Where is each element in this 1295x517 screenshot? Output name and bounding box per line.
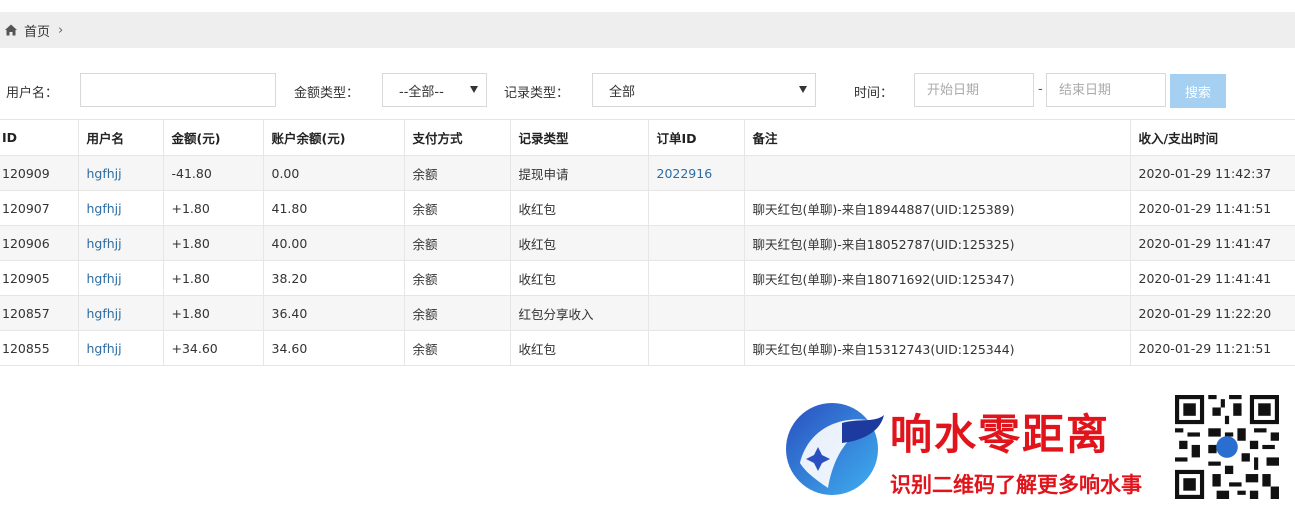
cell-amount: +1.80: [163, 260, 264, 296]
record-type-value: 全部: [609, 84, 636, 100]
watermark-title: 响水零距离: [890, 410, 1111, 459]
qr-code-icon: [1175, 395, 1279, 499]
cell-record-type: 提现申请: [510, 155, 649, 191]
column-header-id: ID: [0, 119, 79, 156]
username-link[interactable]: hgfhjj: [78, 190, 164, 226]
username-link[interactable]: hgfhjj: [78, 260, 164, 296]
cell-payment-method: 余额: [404, 225, 511, 261]
username-input[interactable]: [80, 73, 276, 107]
username-link[interactable]: hgfhjj: [78, 155, 164, 191]
breadcrumb: 首页 ›: [0, 12, 1295, 48]
cell-payment-method: 余额: [404, 260, 511, 296]
table-row: 120857 hgfhjj +1.80 36.40 余额 红包分享收入 2020…: [0, 295, 1295, 331]
cell-amount: +1.80: [163, 190, 264, 226]
records-table: ID 用户名 金额(元) 账户余额(元) 支付方式 记录类型 订单ID 备注 收…: [0, 119, 1295, 366]
table-row: 120906 hgfhjj +1.80 40.00 余额 收红包 聊天红包(单聊…: [0, 225, 1295, 261]
username-link[interactable]: hgfhjj: [78, 330, 164, 366]
username-link[interactable]: hgfhjj: [78, 225, 164, 261]
home-icon[interactable]: [4, 23, 18, 37]
start-date-input[interactable]: [914, 73, 1034, 107]
column-header-amount: 金额(元): [163, 119, 264, 156]
record-type-select[interactable]: 全部: [592, 73, 816, 107]
column-header-balance: 账户余额(元): [263, 119, 405, 156]
breadcrumb-home-link[interactable]: 首页: [24, 21, 50, 40]
cell-record-type: 收红包: [510, 260, 649, 296]
cell-time: 2020-01-29 11:41:47: [1130, 225, 1295, 261]
column-header-payment-method: 支付方式: [404, 119, 511, 156]
cell-balance: 36.40: [263, 295, 405, 331]
cell-time: 2020-01-29 11:41:41: [1130, 260, 1295, 296]
cell-id: 120857: [0, 295, 79, 331]
watermark-subtitle: 识别二维码了解更多响水事: [890, 472, 1142, 497]
table-row: 120905 hgfhjj +1.80 38.20 余额 收红包 聊天红包(单聊…: [0, 260, 1295, 296]
amount-type-select[interactable]: --全部--: [382, 73, 487, 107]
brand-logo-icon: [786, 403, 884, 495]
amount-type-label: 金额类型：: [294, 86, 360, 101]
column-header-record-type: 记录类型: [510, 119, 649, 156]
cell-record-type: 红包分享收入: [510, 295, 649, 331]
cell-remark: 聊天红包(单聊)-来自18052787(UID:125325): [744, 225, 1131, 261]
amount-type-value: --全部--: [399, 84, 444, 100]
cell-time: 2020-01-29 11:42:37: [1130, 155, 1295, 191]
caret-down-icon: [799, 86, 807, 93]
cell-record-type: 收红包: [510, 190, 649, 226]
table-row: 120909 hgfhjj -41.80 0.00 余额 提现申请 202291…: [0, 155, 1295, 191]
cell-time: 2020-01-29 11:22:20: [1130, 295, 1295, 331]
cell-remark: [744, 155, 1131, 191]
cell-amount: +34.60: [163, 330, 264, 366]
record-type-label: 记录类型：: [504, 86, 570, 101]
column-header-order-id: 订单ID: [648, 119, 745, 156]
username-label: 用户名：: [6, 86, 59, 101]
order-id-link[interactable]: [648, 260, 745, 296]
cell-balance: 0.00: [263, 155, 405, 191]
order-id-link[interactable]: 2022916: [648, 155, 745, 191]
table-header-row: ID 用户名 金额(元) 账户余额(元) 支付方式 记录类型 订单ID 备注 收…: [0, 119, 1295, 156]
cell-amount: +1.80: [163, 225, 264, 261]
table-row: 120855 hgfhjj +34.60 34.60 余额 收红包 聊天红包(单…: [0, 330, 1295, 366]
cell-balance: 41.80: [263, 190, 405, 226]
chevron-right-icon: ›: [58, 22, 64, 38]
cell-amount: -41.80: [163, 155, 264, 191]
order-id-link[interactable]: [648, 330, 745, 366]
column-header-time: 收入/支出时间: [1130, 119, 1295, 156]
column-header-remark: 备注: [744, 119, 1131, 156]
cell-remark: 聊天红包(单聊)-来自18944887(UID:125389): [744, 190, 1131, 226]
filter-bar: 用户名： 金额类型： --全部-- 记录类型： 全部 时间： - 搜索: [0, 73, 1295, 109]
cell-balance: 38.20: [263, 260, 405, 296]
cell-record-type: 收红包: [510, 225, 649, 261]
watermark: 响水零距离 识别二维码了解更多响水事: [780, 393, 1285, 501]
search-button[interactable]: 搜索: [1170, 74, 1226, 108]
cell-remark: 聊天红包(单聊)-来自18071692(UID:125347): [744, 260, 1131, 296]
cell-time: 2020-01-29 11:41:51: [1130, 190, 1295, 226]
table-row: 120907 hgfhjj +1.80 41.80 余额 收红包 聊天红包(单聊…: [0, 190, 1295, 226]
column-header-username: 用户名: [78, 119, 164, 156]
order-id-link[interactable]: [648, 295, 745, 331]
date-separator: -: [1038, 82, 1043, 97]
cell-amount: +1.80: [163, 295, 264, 331]
cell-id: 120906: [0, 225, 79, 261]
cell-remark: 聊天红包(单聊)-来自15312743(UID:125344): [744, 330, 1131, 366]
cell-balance: 40.00: [263, 225, 405, 261]
cell-payment-method: 余额: [404, 295, 511, 331]
cell-id: 120907: [0, 190, 79, 226]
cell-remark: [744, 295, 1131, 331]
order-id-link[interactable]: [648, 225, 745, 261]
cell-time: 2020-01-29 11:21:51: [1130, 330, 1295, 366]
end-date-input[interactable]: [1046, 73, 1166, 107]
cell-payment-method: 余额: [404, 190, 511, 226]
time-label: 时间：: [854, 86, 894, 101]
username-link[interactable]: hgfhjj: [78, 295, 164, 331]
cell-id: 120909: [0, 155, 79, 191]
cell-id: 120855: [0, 330, 79, 366]
cell-payment-method: 余额: [404, 155, 511, 191]
order-id-link[interactable]: [648, 190, 745, 226]
cell-record-type: 收红包: [510, 330, 649, 366]
caret-down-icon: [470, 86, 478, 93]
cell-id: 120905: [0, 260, 79, 296]
cell-balance: 34.60: [263, 330, 405, 366]
cell-payment-method: 余额: [404, 330, 511, 366]
